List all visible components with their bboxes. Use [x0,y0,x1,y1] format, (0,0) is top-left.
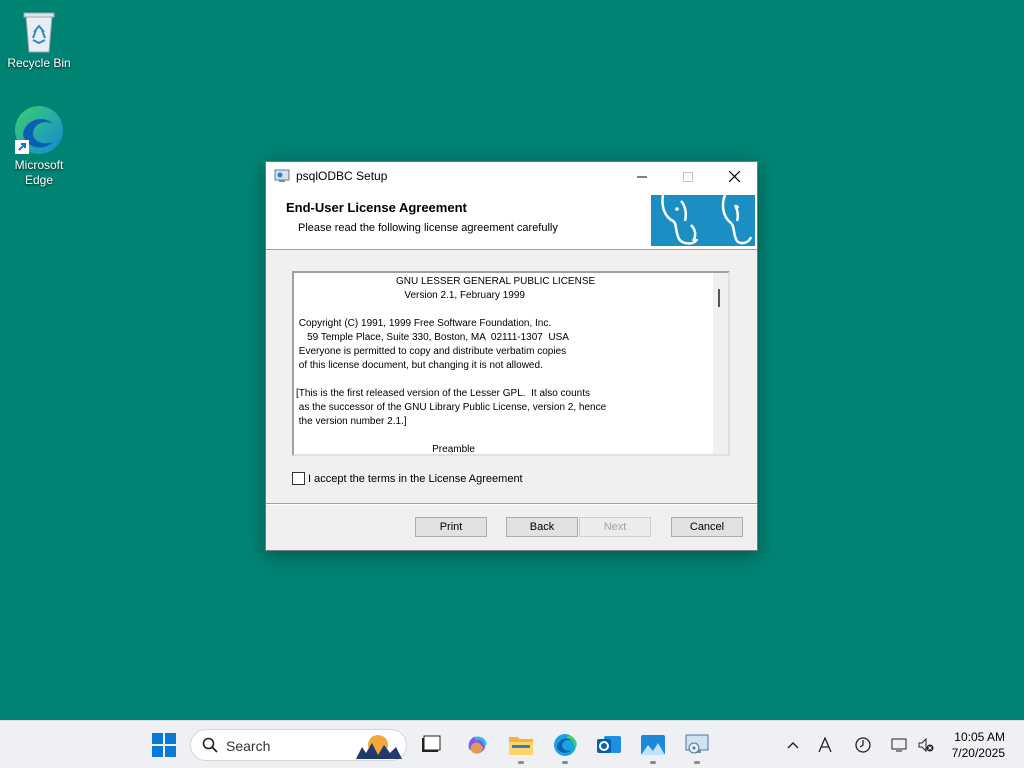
close-icon [728,171,740,182]
taskbar-clock[interactable]: 10:05 AM 7/20/2025 [952,729,1005,761]
license-line: Version 2.1, February 1999 [404,290,525,301]
volume-muted-icon [918,737,934,753]
edge-icon [15,106,63,154]
edge-running-indicator [562,761,568,764]
outlook-icon [597,736,621,753]
header-subtitle: Please read the following license agreem… [298,222,558,234]
accept-terms-label[interactable]: I accept the terms in the License Agreem… [308,473,523,485]
license-line: the version number 2.1.] [298,416,407,427]
close-button[interactable] [711,162,757,191]
setup-installer-icon [685,734,709,754]
setup-app-icon [274,169,290,182]
copilot-icon [468,736,487,754]
license-line: [This is the first released version of t… [296,388,591,399]
setup-dialog: psqlODBC Setup End-User License Agreemen… [265,161,758,551]
input-indicator-button[interactable] [815,735,835,755]
title-bar[interactable]: psqlODBC Setup [266,162,757,191]
copilot-button[interactable] [464,732,490,758]
edge-label: Microsoft Edge [14,158,64,187]
license-line: of this license document, but changing i… [298,360,543,371]
photos-icon [641,735,665,755]
task-view-button[interactable] [418,732,444,758]
next-button: Next [579,517,651,537]
clock-app-button[interactable] [853,735,873,755]
network-icon [891,738,907,752]
outlook-button[interactable] [596,732,622,758]
recycle-bin-label: Recycle Bin [7,56,71,70]
volume-button[interactable] [916,735,936,755]
license-text: GNU LESSER GENERAL PUBLIC LICENSE Versio… [294,273,728,455]
license-line: as the successor of the GNU Library Publ… [298,402,607,413]
dialog-title: psqlODBC Setup [296,169,388,183]
photos-running-indicator [650,761,656,764]
header-title: End-User License Agreement [286,200,467,215]
edge-taskbar-button[interactable] [552,732,578,758]
task-view-icon [422,735,441,752]
license-line: 59 Temple Place, Suite 330, Boston, MA 0… [307,332,569,343]
network-status-button[interactable] [890,735,910,755]
search-highlight-image-icon [356,735,402,759]
scrollbar-thumb[interactable] [718,289,720,307]
license-line: Everyone is permitted to copy and distri… [298,346,567,357]
back-button[interactable]: Back [506,517,578,537]
taskbar-search[interactable]: Search [190,729,407,761]
footer-divider [266,503,757,505]
font-a-icon [818,737,832,753]
photos-button[interactable] [640,732,666,758]
edge-icon [554,734,577,756]
file-explorer-icon [509,737,533,755]
license-line: GNU LESSER GENERAL PUBLIC LICENSE [396,276,596,287]
recycle-bin-icon [23,12,55,53]
setup-running-indicator [694,761,700,764]
dialog-header: End-User License Agreement Please read t… [266,191,757,250]
search-icon [202,737,218,753]
file-explorer-button[interactable] [508,732,534,758]
clock-date: 7/20/2025 [951,746,1005,760]
minimize-icon [637,176,647,177]
windows-start-icon [152,733,176,757]
chevron-up-icon [787,742,799,749]
setup-taskbar-button[interactable] [684,732,710,758]
file-explorer-running-indicator [518,761,524,764]
cancel-button[interactable]: Cancel [671,517,743,537]
clock-time: 10:05 AM [954,730,1005,744]
accept-terms-row[interactable]: I accept the terms in the License Agreem… [292,472,523,485]
accept-terms-checkbox[interactable] [292,472,305,485]
start-button[interactable] [151,732,177,758]
license-textbox[interactable]: GNU LESSER GENERAL PUBLIC LICENSE Versio… [292,271,730,456]
postgresql-logo [651,194,755,246]
search-label: Search [226,738,271,754]
print-button[interactable]: Print [415,517,487,537]
license-scrollbar[interactable] [713,273,728,454]
license-line: Preamble [432,444,475,455]
show-hidden-icons-button[interactable] [783,735,803,755]
desktop-icon-edge[interactable]: Microsoft Edge [1,104,77,188]
maximize-button [665,162,711,191]
elephant-logo-icon [661,194,753,245]
desktop-icon-recycle-bin[interactable]: Recycle Bin [1,10,77,71]
taskbar: Search 10:05 AM 7/20/2025 [0,720,1024,768]
minimize-button[interactable] [619,162,665,191]
license-line: Copyright (C) 1991, 1999 Free Software F… [298,318,552,329]
maximize-icon [683,171,693,182]
clock-circle-icon [855,737,871,753]
